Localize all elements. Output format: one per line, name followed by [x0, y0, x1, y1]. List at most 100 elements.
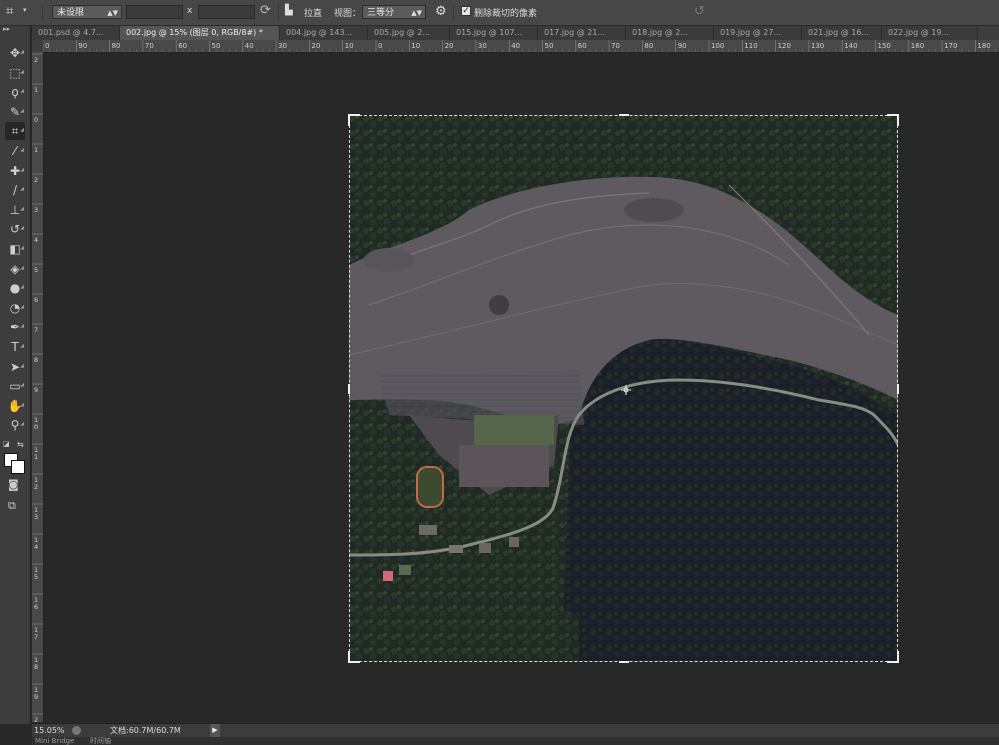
tab-document-7[interactable]: 018.jpg @ 2...	[626, 26, 714, 40]
tab-document-9[interactable]: 021.jpg @ 16...	[802, 26, 882, 40]
tool-flyout-indicator: ◢	[20, 186, 24, 193]
history-brush-tool-icon[interactable]: ↺ ◢	[5, 220, 25, 238]
tool-flyout-indicator: ◢	[20, 107, 24, 114]
tab-document-8[interactable]: 019.jpg @ 27...	[714, 26, 802, 40]
ruler-label: 2	[34, 56, 38, 64]
status-menu-arrow-icon[interactable]: ▶	[210, 724, 220, 737]
background-color-swatch[interactable]	[11, 460, 25, 474]
straighten-button[interactable]: 拉直	[304, 6, 322, 19]
ruler-label: 3	[34, 206, 38, 214]
ruler-label: 90	[78, 42, 87, 50]
zoom-level[interactable]: 15.05%	[34, 724, 65, 737]
zoom-tool-icon[interactable]: ⚲ ◢	[5, 416, 25, 434]
tab-document-6[interactable]: 017.jpg @ 21...	[538, 26, 626, 40]
tool-flyout-indicator: ◢	[20, 68, 24, 75]
ruler-label: 0	[45, 42, 49, 50]
tab-document-1[interactable]: 001.psd @ 4.7...	[32, 26, 120, 40]
vertical-ruler: 2101234567891011121314151617181920	[32, 52, 44, 731]
ruler-label: 2	[34, 716, 38, 722]
crop-tool-icon[interactable]: ⌗ ◢	[5, 122, 25, 141]
tool-flyout-indicator: ◢	[20, 421, 24, 428]
chevron-down-icon: ▲▼	[411, 9, 422, 17]
tab-document-2[interactable]: 002.jpg @ 15% (图层 0, RGB/8#) *	[120, 26, 280, 40]
tab-document-10[interactable]: 022.jpg @ 19...	[882, 26, 978, 40]
rectangle-tool-icon[interactable]: ▭ ◢	[5, 377, 25, 395]
ruler-label: 40	[511, 42, 520, 50]
ruler-label: 120	[778, 42, 791, 50]
clone-stamp-tool-icon[interactable]: ⊥ ◢	[5, 201, 25, 219]
blur-tool-icon[interactable]: ● ◢	[5, 279, 25, 297]
ruler-label: 70	[145, 42, 154, 50]
ruler-label: 170	[944, 42, 957, 50]
gear-icon[interactable]: ⚙	[435, 4, 447, 19]
tool-flyout-indicator: ◢	[20, 88, 24, 95]
swap-colors-icon[interactable]: ⇆	[17, 440, 24, 449]
preset-picker-chevron-icon[interactable]: ▾	[23, 6, 27, 14]
quick-mask-icon[interactable]: ◙	[8, 478, 19, 491]
ruler-label: 100	[711, 42, 724, 50]
tab-mini-bridge[interactable]: Mini Bridge	[35, 737, 74, 745]
tool-flyout-indicator: ◢	[20, 264, 24, 271]
crop-height-input[interactable]	[198, 5, 255, 19]
ruler-label: 6	[34, 603, 38, 611]
screen-mode-icon[interactable]: ⧉	[8, 499, 16, 513]
aerial-photo	[349, 115, 898, 662]
brush-tool-icon[interactable]: ∕ ◢	[5, 181, 25, 199]
ruler-label: 4	[34, 543, 38, 551]
canvas-area[interactable]	[44, 53, 999, 722]
marquee-tool-icon[interactable]: ⬚ ◢	[5, 64, 25, 82]
options-divider	[278, 4, 279, 21]
swap-dimensions-icon[interactable]: ⟳	[260, 3, 271, 18]
crop-tool-preset-icon[interactable]: ⌗	[6, 4, 13, 19]
ratio-preset-value: 未设限	[57, 8, 85, 18]
ruler-label: 8	[34, 356, 38, 364]
ruler-label: 0	[34, 116, 38, 124]
chevron-down-icon: ▲▼	[107, 9, 118, 17]
ratio-preset-dropdown[interactable]: 未设限 ▲▼	[52, 5, 122, 19]
ruler-label: 80	[112, 42, 121, 50]
type-tool-icon[interactable]: T ◢	[5, 338, 25, 356]
healing-brush-tool-icon[interactable]: ✚ ◢	[5, 162, 25, 180]
ruler-label: 20	[445, 42, 454, 50]
crop-width-input[interactable]	[126, 5, 183, 19]
reset-crop-icon[interactable]: ↺	[694, 4, 705, 19]
tab-timeline[interactable]: 时间轴	[90, 737, 111, 745]
tool-flyout-indicator: ◢	[20, 49, 24, 55]
horizontal-ruler: 0 90 80 70 60 50 40 30 20 10 0 10 20 30 40 50 60 70 80 90 10…	[32, 40, 999, 53]
tab-document-3[interactable]: 004.jpg @ 143...	[280, 26, 368, 40]
eraser-tool-icon[interactable]: ◧ ◢	[5, 240, 25, 258]
ruler-label: 8	[34, 663, 38, 671]
ruler-label: 20	[311, 42, 320, 50]
ruler-label: 40	[245, 42, 254, 50]
document-info: 文档:60.7M/60.7M	[110, 726, 181, 735]
default-colors-icon[interactable]: ◪	[3, 440, 10, 448]
tool-flyout-indicator: ◢	[20, 127, 24, 134]
status-indicator-icon[interactable]	[72, 726, 81, 735]
paint-bucket-tool-icon[interactable]: ◈ ◢	[5, 260, 25, 278]
quick-select-tool-icon[interactable]: ✎ ◢	[5, 103, 25, 121]
ruler-label: 150	[878, 42, 891, 50]
delete-cropped-pixels-checkbox[interactable]: ✓	[461, 6, 471, 16]
document-image[interactable]	[349, 115, 898, 662]
ruler-label: 90	[678, 42, 687, 50]
collapse-panel-icon[interactable]: ▸▸	[3, 25, 10, 33]
lasso-tool-icon[interactable]: ϙ ◢	[5, 83, 25, 101]
straighten-icon[interactable]: ▙	[285, 5, 293, 16]
ruler-label: 30	[278, 42, 287, 50]
ruler-label: 60	[578, 42, 587, 50]
hand-tool-icon[interactable]: ✋ ◢	[5, 397, 25, 415]
overlay-view-dropdown[interactable]: 三等分 ▲▼	[362, 5, 426, 19]
tool-flyout-indicator: ◢	[20, 382, 24, 389]
document-tabs: 001.psd @ 4.7... 002.jpg @ 15% (图层 0, RGB…	[32, 26, 999, 40]
tool-flyout-indicator: ◢	[20, 343, 24, 349]
ruler-label: 6	[34, 296, 38, 304]
path-select-tool-icon[interactable]: ➤ ◢	[5, 358, 25, 376]
tab-document-5[interactable]: 015.jpg @ 107...	[450, 26, 538, 40]
eyedropper-tool-icon[interactable]: ⁄ ◢	[5, 142, 25, 160]
dodge-tool-icon[interactable]: ◔ ◢	[5, 299, 25, 317]
ruler-label: 5	[34, 266, 38, 274]
pen-tool-icon[interactable]: ✒ ◢	[5, 318, 25, 336]
ruler-origin[interactable]	[32, 40, 43, 52]
move-tool-icon[interactable]: ✥ ◢	[5, 44, 25, 62]
tab-document-4[interactable]: 005.jpg @ 2...	[368, 26, 450, 40]
